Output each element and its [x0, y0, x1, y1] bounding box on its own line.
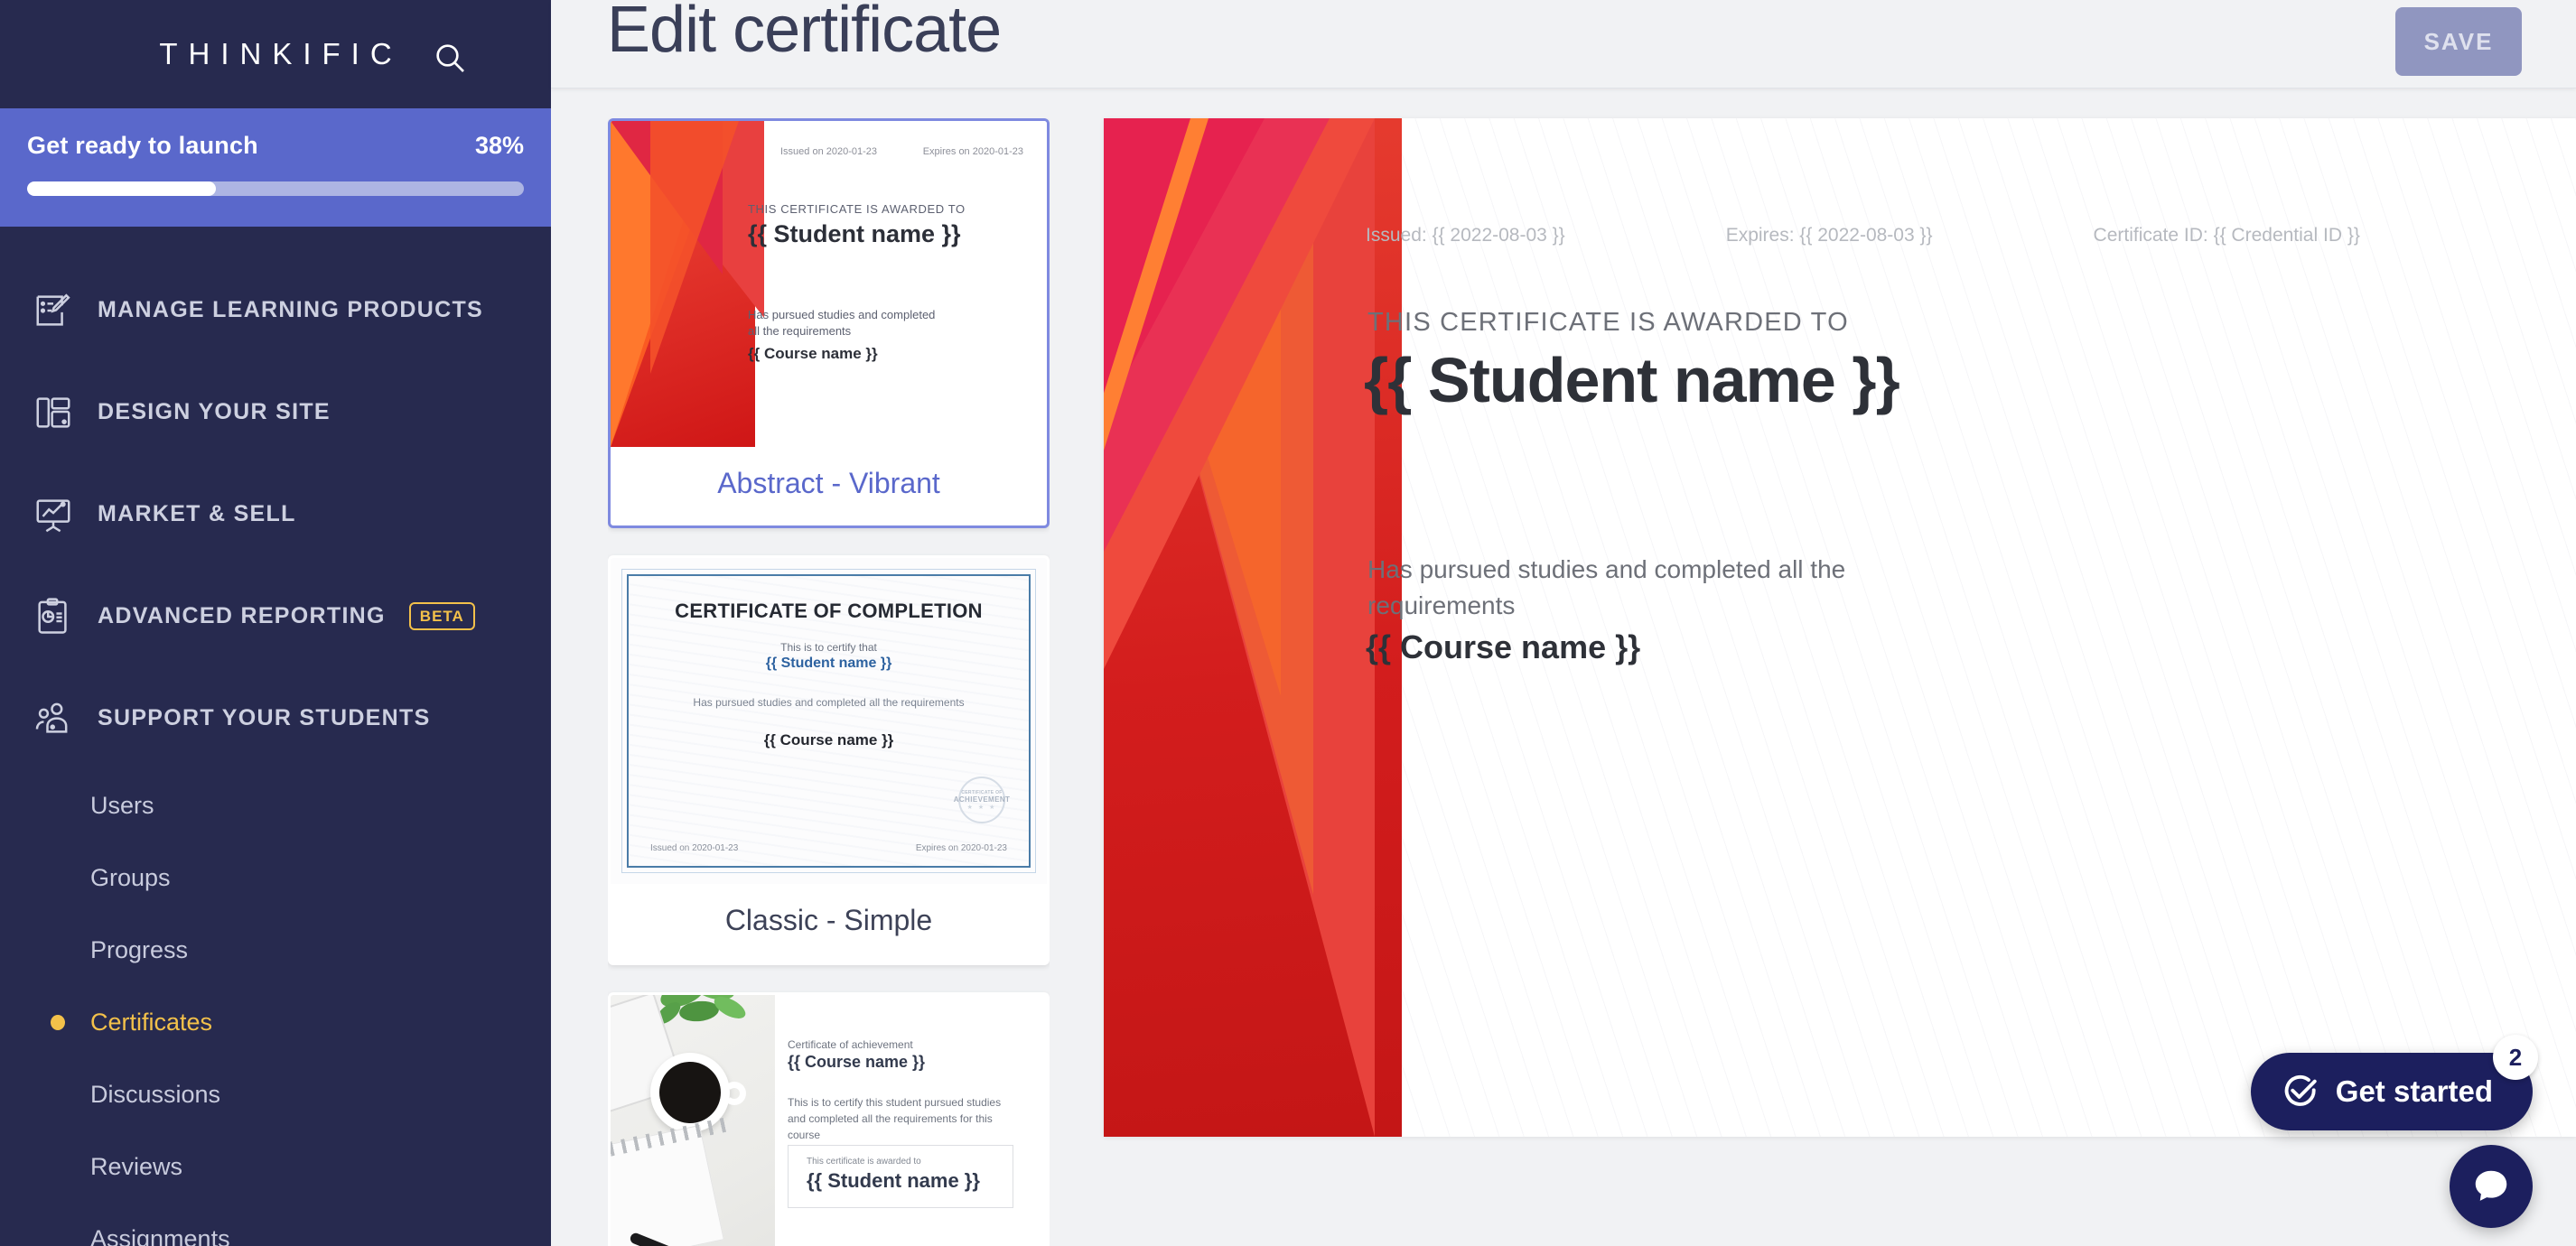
- thumb-student-name: {{ Student name }}: [765, 656, 892, 671]
- template-thumbnail: CERTIFICATE OF COMPLETION This is to cer…: [611, 558, 1047, 884]
- workspace: Issued on 2020-01-23 Expires on 2020-01-…: [551, 89, 2576, 1246]
- thumb-student-name: {{ Student name }}: [748, 220, 961, 247]
- preview-course-name: {{ Course name }}: [1366, 628, 1641, 665]
- modern-desk-artwork: Certificate of achievement {{ Course nam…: [611, 995, 1047, 1246]
- thumb-student-name: {{ Student name }}: [807, 1169, 980, 1192]
- thumb-course-name: {{ Course name }}: [748, 345, 878, 362]
- sidebar-item-users[interactable]: Users: [0, 769, 551, 842]
- check-circle-icon: [2282, 1073, 2319, 1111]
- search-icon[interactable]: [432, 40, 468, 76]
- template-card-classic-simple[interactable]: CERTIFICATE OF COMPLETION This is to cer…: [608, 555, 1050, 965]
- preview-expiry-date: Expires: {{ 2022-08-03 }}: [1725, 225, 1933, 246]
- presentation-chart-icon: [33, 494, 98, 535]
- launch-progress-row: Get ready to launch 38%: [27, 132, 524, 160]
- sidebar-item-label: Assignments: [90, 1224, 230, 1246]
- sidebar-item-discussions[interactable]: Discussions: [0, 1058, 551, 1130]
- sidebar-logo-bar: THINKIFIC: [0, 0, 551, 108]
- sidebar-item-label: MARKET & SELL: [98, 501, 296, 526]
- sidebar-item-progress[interactable]: Progress: [0, 914, 551, 986]
- thumb-pursued-text: Has pursued studies and completed all th…: [748, 308, 936, 338]
- preview-issued-date: Issued: {{ 2022-08-03 }}: [1366, 225, 1565, 246]
- template-thumbnail: Issued on 2020-01-23 Expires on 2020-01-…: [611, 121, 1047, 447]
- certificate-preview: Issued: {{ 2022-08-03 }} Expires: {{ 202…: [1104, 118, 2576, 1137]
- sidebar-item-support-your-students[interactable]: SUPPORT YOUR STUDENTS: [0, 667, 551, 769]
- sidebar-item-design-your-site[interactable]: DESIGN YOUR SITE: [0, 361, 551, 463]
- launch-progress-label: Get ready to launch: [27, 132, 258, 159]
- thumb-expiry-date: Expires on 2020-01-23: [915, 843, 1007, 853]
- sidebar-item-groups[interactable]: Groups: [0, 842, 551, 914]
- preview-pursued-text: Has pursued studies and completed all th…: [1367, 555, 1846, 619]
- get-started-badge: 2: [2493, 1035, 2538, 1080]
- preview-meta-row: Issued: {{ 2022-08-03 }} Expires: {{ 202…: [1366, 225, 2522, 246]
- preview-certificate-id: Certificate ID: {{ Credential ID }}: [2093, 225, 2360, 246]
- template-thumbnail: Certificate of achievement {{ Course nam…: [611, 995, 1047, 1246]
- sidebar-item-advanced-reporting[interactable]: ADVANCED REPORTING BETA: [0, 565, 551, 667]
- chat-bubble-icon[interactable]: [2450, 1145, 2533, 1228]
- preview-student-name: {{ Student name }}: [1364, 345, 1900, 415]
- launch-progress-panel[interactable]: Get ready to launch 38%: [0, 108, 551, 227]
- sidebar-item-label: Discussions: [90, 1080, 221, 1108]
- sidebar-item-label: Users: [90, 791, 154, 819]
- sidebar-item-label: SUPPORT YOUR STUDENTS: [98, 705, 431, 730]
- launch-progress-track: [27, 181, 524, 196]
- template-name: Classic - Simple: [724, 904, 933, 936]
- thumb-course-name: {{ Course name }}: [788, 1053, 926, 1071]
- thumb-expiry-date: Expires on 2020-01-23: [922, 146, 1023, 157]
- beta-badge: BETA: [408, 602, 475, 630]
- launch-progress-fill: [27, 181, 216, 196]
- sidebar-item-assignments[interactable]: Assignments: [0, 1203, 551, 1246]
- thumb-pursued-text: Has pursued studies and completed all th…: [693, 696, 965, 709]
- achievement-seal-icon: CERTIFICATE OF ACHIEVEMENT ★ ★ ★: [954, 776, 1010, 823]
- seal-stars: ★ ★ ★: [966, 804, 997, 811]
- template-card-abstract-vibrant[interactable]: Issued on 2020-01-23 Expires on 2020-01-…: [608, 118, 1050, 528]
- sidebar-item-market-and-sell[interactable]: MARKET & SELL: [0, 463, 551, 565]
- sidebar-item-certificates[interactable]: Certificates: [0, 986, 551, 1058]
- people-icon: [33, 698, 98, 739]
- sidebar-item-label: Groups: [90, 863, 171, 891]
- classic-simple-artwork: CERTIFICATE OF COMPLETION This is to cer…: [611, 558, 1047, 884]
- thumb-certificate-title: CERTIFICATE OF COMPLETION: [675, 600, 983, 622]
- template-list[interactable]: Issued on 2020-01-23 Expires on 2020-01-…: [608, 118, 1050, 1246]
- desk-photo: [611, 995, 775, 1246]
- template-thumbnail-text: Issued on 2020-01-23 Expires on 2020-01-…: [611, 121, 1047, 447]
- thumb-student-box: This certificate is awarded to {{ Studen…: [788, 1145, 1013, 1208]
- thumb-issued-date: Issued on 2020-01-23: [650, 843, 739, 853]
- layout-icon: [33, 392, 98, 433]
- template-card-modern-desk[interactable]: Certificate of achievement {{ Course nam…: [608, 992, 1050, 1246]
- thumb-certify-label: This is to certify that: [780, 641, 877, 654]
- save-button[interactable]: SAVE: [2395, 7, 2522, 76]
- abstract-vibrant-artwork-large: [1104, 118, 1610, 1137]
- get-started-label: Get started: [2335, 1074, 2493, 1108]
- sidebar-item-reviews[interactable]: Reviews: [0, 1130, 551, 1203]
- thumb-issued-date: Issued on 2020-01-23: [780, 146, 878, 157]
- thumb-course-name: {{ Course name }}: [763, 731, 894, 749]
- page-title: Edit certificate: [607, 0, 1002, 66]
- active-dot: [33, 1014, 65, 1030]
- get-started-button[interactable]: Get started 2: [2250, 1035, 2538, 1130]
- thinkific-logo[interactable]: THINKIFIC: [148, 37, 402, 71]
- sidebar-item-label: Progress: [90, 935, 189, 963]
- cup-handle: [723, 1082, 746, 1105]
- clipboard-chart-icon: [33, 596, 98, 637]
- thumb-awarded-label: THIS CERTIFICATE IS AWARDED TO: [748, 202, 966, 216]
- sidebar-item-label: MANAGE LEARNING PRODUCTS: [98, 297, 484, 322]
- sidebar-item-manage-learning-products[interactable]: MANAGE LEARNING PRODUCTS: [0, 259, 551, 361]
- launch-progress-percent: 38%: [474, 132, 524, 159]
- sidebar-item-label: ADVANCED REPORTING: [98, 603, 386, 628]
- thumb-body-text: This is to certify this student pursued …: [788, 1096, 1002, 1141]
- sidebar-item-label: Reviews: [90, 1152, 183, 1180]
- edit-list-icon: [33, 290, 98, 331]
- seal-mid-text: ACHIEVEMENT: [953, 795, 1011, 804]
- template-name: Abstract - Vibrant: [717, 467, 940, 499]
- thumb-achievement-label: Certificate of achievement: [788, 1038, 913, 1051]
- sidebar-item-label: DESIGN YOUR SITE: [98, 399, 331, 424]
- preview-awarded-label: THIS CERTIFICATE IS AWARDED TO: [1367, 308, 1849, 337]
- sidebar: THINKIFIC Get ready to launch 38% MANAGE…: [0, 0, 551, 1246]
- thumb-awarded-label: This certificate is awarded to: [807, 1157, 921, 1167]
- sidebar-nav: MANAGE LEARNING PRODUCTS DESIGN YOUR SIT…: [0, 227, 551, 1246]
- sidebar-item-label: Certificates: [90, 1008, 213, 1036]
- page-header: Edit certificate SAVE: [551, 0, 2576, 88]
- main-content: Edit certificate SAVE Issued on 2020-01-…: [551, 0, 2576, 1246]
